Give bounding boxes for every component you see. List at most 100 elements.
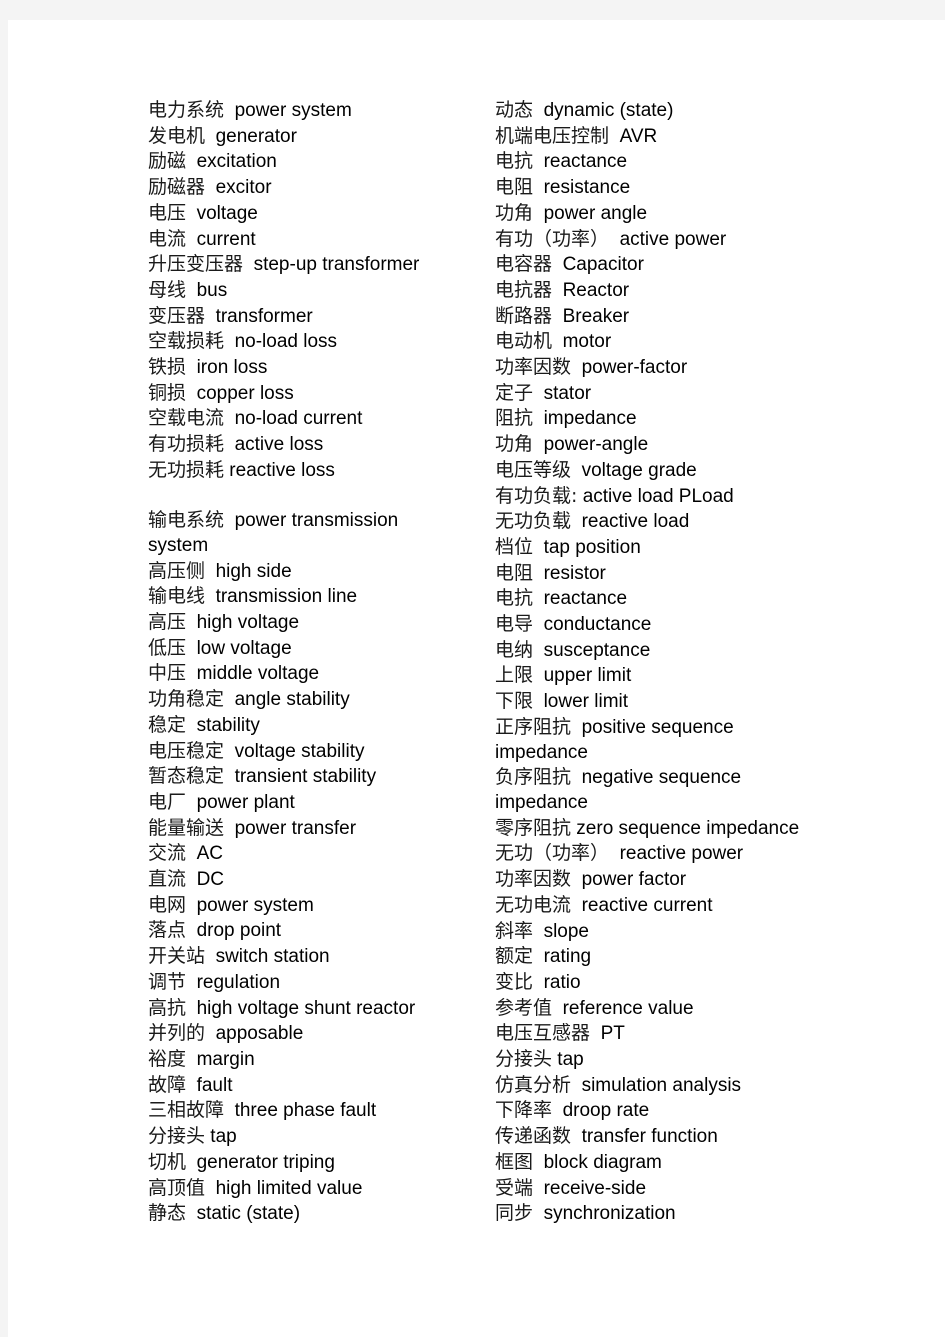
glossary-term-english: fault — [196, 1074, 233, 1096]
glossary-term-english: droop rate — [562, 1100, 650, 1122]
glossary-term-english: stability — [196, 714, 260, 736]
glossary-entry: 调节 regulation — [148, 970, 495, 996]
glossary-term-english: voltage — [196, 202, 258, 224]
glossary-term-chinese: 斜率 — [495, 919, 534, 942]
glossary-term-chinese: 调节 — [148, 970, 187, 993]
glossary-term-chinese: 定子 — [495, 381, 534, 404]
glossary-term-english: reference value — [562, 997, 694, 1019]
glossary-term-english: Breaker — [562, 305, 630, 327]
glossary-entry: 额定 rating — [495, 944, 895, 970]
glossary-entry: 三相故障 three phase fault — [148, 1098, 495, 1124]
glossary-term-chinese: 额定 — [495, 945, 534, 968]
glossary-term-english: lower limit — [543, 691, 629, 713]
glossary-term-chinese: 无功（功率） — [495, 842, 610, 865]
glossary-term-chinese: 励磁器 — [148, 176, 206, 199]
glossary-term-chinese: 功角稳定 — [148, 688, 225, 711]
glossary-term-english: high voltage — [196, 612, 300, 634]
glossary-entry: 电压等级 voltage grade — [495, 458, 895, 484]
glossary-term-english: no-load loss — [234, 331, 338, 353]
glossary-term-english: voltage grade — [581, 459, 697, 481]
glossary-term-chinese: 正序阻抗 — [495, 715, 572, 738]
glossary-term-english: reactive load — [581, 511, 690, 533]
glossary-entry: 电容器 Capacitor — [495, 252, 895, 278]
glossary-term-chinese: 电动机 — [495, 330, 553, 353]
glossary-term-chinese: 铜损 — [148, 381, 187, 404]
glossary-entry: 电纳 susceptance — [495, 638, 895, 664]
glossary-term-english: tap — [210, 1126, 237, 1148]
glossary-term-english: transformer — [215, 305, 313, 327]
glossary-term-english: Capacitor — [562, 254, 644, 276]
glossary-entry: 铁损 iron loss — [148, 355, 495, 381]
glossary-term-chinese: 分接头 — [148, 1125, 206, 1148]
glossary-term-english: transient stability — [234, 766, 377, 788]
glossary-term-english: stator — [543, 382, 592, 404]
glossary-term-chinese: 下限 — [495, 690, 534, 713]
glossary-entry: 分接头 tap — [148, 1124, 495, 1150]
glossary-term-english: simulation analysis — [581, 1074, 742, 1096]
glossary-term-chinese: 电抗器 — [495, 278, 553, 301]
glossary-term-chinese: 电导 — [495, 613, 534, 636]
glossary-term-chinese: 励磁 — [148, 150, 187, 173]
glossary-entry: 电抗器 Reactor — [495, 278, 895, 304]
glossary-term-chinese: 参考值 — [495, 996, 553, 1019]
glossary-term-english: active loss — [234, 434, 324, 456]
glossary-term-chinese: 有功（功率） — [495, 227, 610, 250]
glossary-term-english: power system — [234, 100, 352, 121]
glossary-term-chinese: 仿真分析 — [495, 1073, 572, 1096]
glossary-entry: 有功负载: active load PLoad — [495, 484, 895, 510]
glossary-term-chinese: 高压 — [148, 611, 187, 634]
glossary-term-english: drop point — [196, 920, 282, 942]
glossary-term-english: step-up transformer — [253, 254, 420, 276]
glossary-term-chinese: 暂态稳定 — [148, 765, 225, 788]
glossary-entry: 直流 DC — [148, 867, 495, 893]
glossary-term-english: high limited value — [215, 1177, 363, 1199]
glossary-term-english: receive-side — [543, 1177, 647, 1199]
glossary-term-chinese: 断路器 — [495, 304, 553, 327]
glossary-term-chinese: 上限 — [495, 664, 534, 687]
glossary-term-english: no-load current — [234, 408, 363, 430]
glossary-entry: 正序阻抗 positive sequence — [495, 715, 895, 741]
glossary-entry: 开关站 switch station — [148, 944, 495, 970]
glossary-term-chinese: 高顶值 — [148, 1176, 206, 1199]
glossary-entry: 电抗 reactance — [495, 586, 895, 612]
glossary-entry: 无功电流 reactive current — [495, 893, 895, 919]
glossary-term-english: reactance — [543, 151, 628, 173]
glossary-entry: 定子 stator — [495, 381, 895, 407]
glossary-entry: 功角 power angle — [495, 201, 895, 227]
glossary-term-english: voltage stability — [234, 740, 365, 762]
glossary-term-chinese: 裕度 — [148, 1048, 187, 1070]
glossary-term-chinese: 升压变压器 — [148, 253, 244, 276]
glossary-entry: 发电机 generator — [148, 124, 495, 150]
glossary-term-chinese: 能量输送 — [148, 816, 225, 839]
glossary-term-chinese: 电流 — [148, 227, 187, 250]
glossary-term-chinese: 高抗 — [148, 996, 187, 1019]
glossary-term-chinese: 无功损耗 — [148, 458, 225, 481]
glossary-term-english: block diagram — [543, 1151, 662, 1173]
glossary-entry: 无功负载 reactive load — [495, 509, 895, 535]
glossary-entry: 高顶值 high limited value — [148, 1176, 495, 1202]
glossary-term-english: active power — [619, 228, 727, 250]
glossary-term-english: high side — [215, 560, 292, 582]
glossary-term-english: zero sequence impedance — [576, 817, 800, 839]
glossary-term-chinese: 电压 — [148, 201, 187, 224]
glossary-term-english: negative sequence — [581, 767, 742, 789]
glossary-term-chinese: 静态 — [148, 1202, 187, 1225]
glossary-term-chinese: 档位 — [495, 535, 534, 558]
glossary-entry: 无功（功率） reactive power — [495, 841, 895, 867]
glossary-entry: 电阻 resistance — [495, 175, 895, 201]
glossary-term-chinese: 零序阻抗 — [495, 816, 572, 839]
glossary-entry: 电动机 motor — [495, 329, 895, 355]
glossary-term-english: transmission line — [215, 586, 358, 608]
glossary-entry: 铜损 copper loss — [148, 381, 495, 407]
glossary-term-chinese: 铁损 — [148, 356, 187, 379]
glossary-column-left: 电力系统 power system 发电机 generator 励磁 excitat… — [148, 98, 495, 1227]
glossary-term-chinese: 高压侧 — [148, 559, 206, 582]
glossary-entry: 功角稳定 angle stability — [148, 687, 495, 713]
glossary-term-chinese: 交流 — [148, 842, 187, 865]
glossary-term-chinese: 空载损耗 — [148, 330, 225, 353]
glossary-term-chinese: 功角 — [495, 433, 534, 456]
glossary-term-english: AC — [196, 843, 223, 865]
glossary-entry: 励磁 excitation — [148, 149, 495, 175]
glossary-entry: 切机 generator triping — [148, 1150, 495, 1176]
glossary-term-english: resistor — [543, 562, 606, 584]
